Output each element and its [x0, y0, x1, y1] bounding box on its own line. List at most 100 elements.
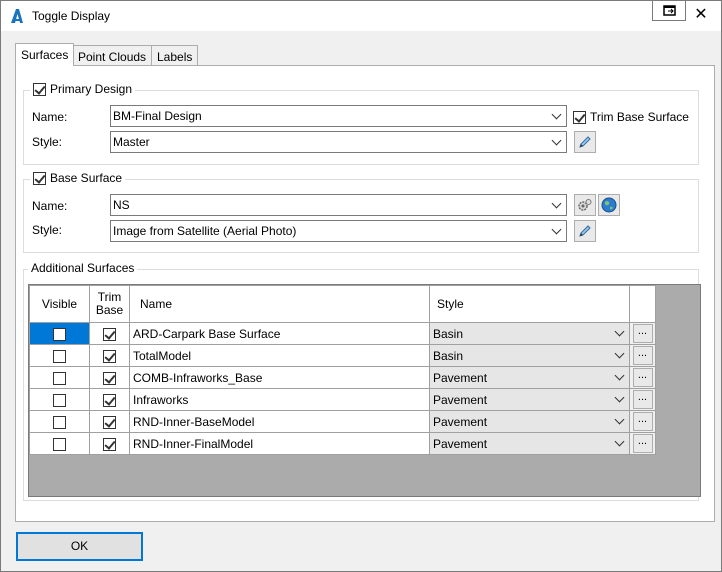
style-combo-cell[interactable]: Basin: [429, 344, 630, 367]
visible-checkbox[interactable]: [53, 415, 66, 429]
trim-base-cell[interactable]: [89, 322, 130, 345]
base-style-combo[interactable]: Image from Satellite (Aerial Photo): [110, 220, 567, 242]
visible-cell[interactable]: [29, 344, 90, 367]
base-surface-label: Base Surface: [50, 171, 123, 185]
style-browse-button[interactable]: ...: [632, 346, 653, 365]
style-browse-cell: ...: [629, 410, 656, 433]
trim-base-checkbox[interactable]: [103, 371, 116, 385]
column-header-name[interactable]: Name: [129, 285, 430, 323]
toggle-display-dialog: Toggle Display ✕ Surfaces Point Clouds L…: [0, 0, 722, 572]
visible-checkbox[interactable]: [53, 327, 66, 341]
tab-point-clouds[interactable]: Point Clouds: [72, 45, 153, 67]
trim-base-cell[interactable]: [89, 432, 130, 455]
visible-cell[interactable]: [29, 322, 90, 345]
surface-name-cell[interactable]: COMB-Infraworks_Base: [129, 366, 430, 389]
visible-cell[interactable]: [29, 366, 90, 389]
trim-base-cell[interactable]: [89, 344, 130, 367]
restore-window-icon: [663, 5, 676, 16]
style-combo-cell[interactable]: Pavement: [429, 366, 630, 389]
trim-base-checkbox[interactable]: [103, 415, 116, 429]
tab-surfaces[interactable]: Surfaces: [15, 43, 75, 66]
trim-base-cell[interactable]: [89, 410, 130, 433]
additional-surfaces-label: Additional Surfaces: [31, 261, 135, 275]
globe-button[interactable]: [598, 194, 620, 216]
chevron-down-icon: [612, 389, 629, 410]
title-bar: Toggle Display ✕: [1, 1, 721, 31]
chevron-down-icon: [549, 195, 566, 215]
table-row[interactable]: COMB-Infraworks_Base Pavement...: [29, 366, 656, 389]
autocad-a-icon: [11, 9, 23, 23]
style-browse-button[interactable]: ...: [632, 390, 653, 409]
tab-labels[interactable]: Labels: [151, 45, 199, 67]
primary-name-value: BM-Final Design: [113, 109, 202, 123]
table-row[interactable]: ARD-Carpark Base Surface Basin...: [29, 322, 656, 345]
primary-name-combo[interactable]: BM-Final Design: [110, 105, 567, 127]
style-browse-cell: ...: [629, 366, 656, 389]
edit-base-style-button[interactable]: [574, 220, 596, 242]
primary-design-checkbox[interactable]: [33, 82, 46, 96]
surface-name-cell[interactable]: RND-Inner-BaseModel: [129, 410, 430, 433]
surface-name-cell[interactable]: RND-Inner-FinalModel: [129, 432, 430, 455]
column-header-trim-base[interactable]: Trim Base: [89, 285, 130, 323]
ok-button[interactable]: OK: [16, 532, 143, 561]
base-surface-checkbox[interactable]: [33, 171, 46, 185]
trim-base-checkbox[interactable]: [103, 393, 116, 407]
surfaces-table: Visible Trim Base Name Style ARD-Carpark…: [29, 285, 656, 455]
style-browse-cell: ...: [629, 344, 656, 367]
base-style-value: Image from Satellite (Aerial Photo): [113, 224, 297, 238]
restore-window-button[interactable]: [652, 1, 686, 21]
window-title: Toggle Display: [32, 9, 111, 23]
tab-labels-label: Labels: [157, 50, 193, 64]
trim-base-surface-checkbox[interactable]: [573, 110, 586, 124]
style-browse-button[interactable]: ...: [632, 368, 653, 387]
chevron-down-icon: [549, 132, 566, 152]
style-browse-button[interactable]: ...: [632, 412, 653, 431]
column-header-visible-label: Visible: [41, 297, 78, 311]
base-name-value: NS: [113, 198, 130, 212]
primary-style-value: Master: [113, 135, 150, 149]
column-header-base-label: Base: [95, 303, 124, 317]
visible-cell[interactable]: [29, 432, 90, 455]
trim-base-surface-option[interactable]: Trim Base Surface: [573, 110, 689, 124]
trim-base-checkbox[interactable]: [103, 437, 116, 451]
visible-checkbox[interactable]: [53, 371, 66, 385]
style-browse-cell: ...: [629, 322, 656, 345]
table-row[interactable]: Infraworks Pavement...: [29, 388, 656, 411]
close-button[interactable]: ✕: [689, 4, 713, 26]
surface-name: RND-Inner-BaseModel: [133, 414, 255, 429]
trim-base-surface-label: Trim Base Surface: [590, 110, 689, 124]
base-name-combo[interactable]: NS: [110, 194, 567, 216]
column-header-button: [629, 285, 656, 323]
column-header-style[interactable]: Style: [429, 285, 630, 323]
column-header-trim-label: Trim: [97, 290, 122, 304]
additional-surfaces-grid[interactable]: Visible Trim Base Name Style ARD-Carpark…: [28, 284, 701, 497]
visible-cell[interactable]: [29, 388, 90, 411]
style-combo-cell[interactable]: Pavement: [429, 432, 630, 455]
style-browse-button[interactable]: ...: [632, 324, 653, 343]
trim-base-checkbox[interactable]: [103, 349, 116, 363]
visible-checkbox[interactable]: [53, 349, 66, 363]
style-combo-cell[interactable]: Pavement: [429, 388, 630, 411]
table-row[interactable]: TotalModel Basin...: [29, 344, 656, 367]
surface-name-cell[interactable]: ARD-Carpark Base Surface: [129, 322, 430, 345]
edit-primary-style-button[interactable]: [574, 131, 596, 153]
primary-style-label: Style:: [32, 135, 63, 149]
style-browse-button[interactable]: ...: [632, 434, 653, 453]
column-header-visible[interactable]: Visible: [29, 285, 90, 323]
table-row[interactable]: RND-Inner-BaseModel Pavement...: [29, 410, 656, 433]
primary-style-combo[interactable]: Master: [110, 131, 567, 153]
surface-style: Pavement: [433, 393, 488, 407]
visible-checkbox[interactable]: [53, 437, 66, 451]
trim-base-cell[interactable]: [89, 366, 130, 389]
surface-name-cell[interactable]: Infraworks: [129, 388, 430, 411]
base-surface-properties-button[interactable]: [574, 194, 596, 216]
table-row[interactable]: RND-Inner-FinalModel Pavement...: [29, 432, 656, 455]
visible-cell[interactable]: [29, 410, 90, 433]
style-combo-cell[interactable]: Pavement: [429, 410, 630, 433]
surface-name-cell[interactable]: TotalModel: [129, 344, 430, 367]
chevron-down-icon: [612, 367, 629, 388]
visible-checkbox[interactable]: [53, 393, 66, 407]
style-combo-cell[interactable]: Basin: [429, 322, 630, 345]
trim-base-checkbox[interactable]: [103, 327, 116, 341]
trim-base-cell[interactable]: [89, 388, 130, 411]
